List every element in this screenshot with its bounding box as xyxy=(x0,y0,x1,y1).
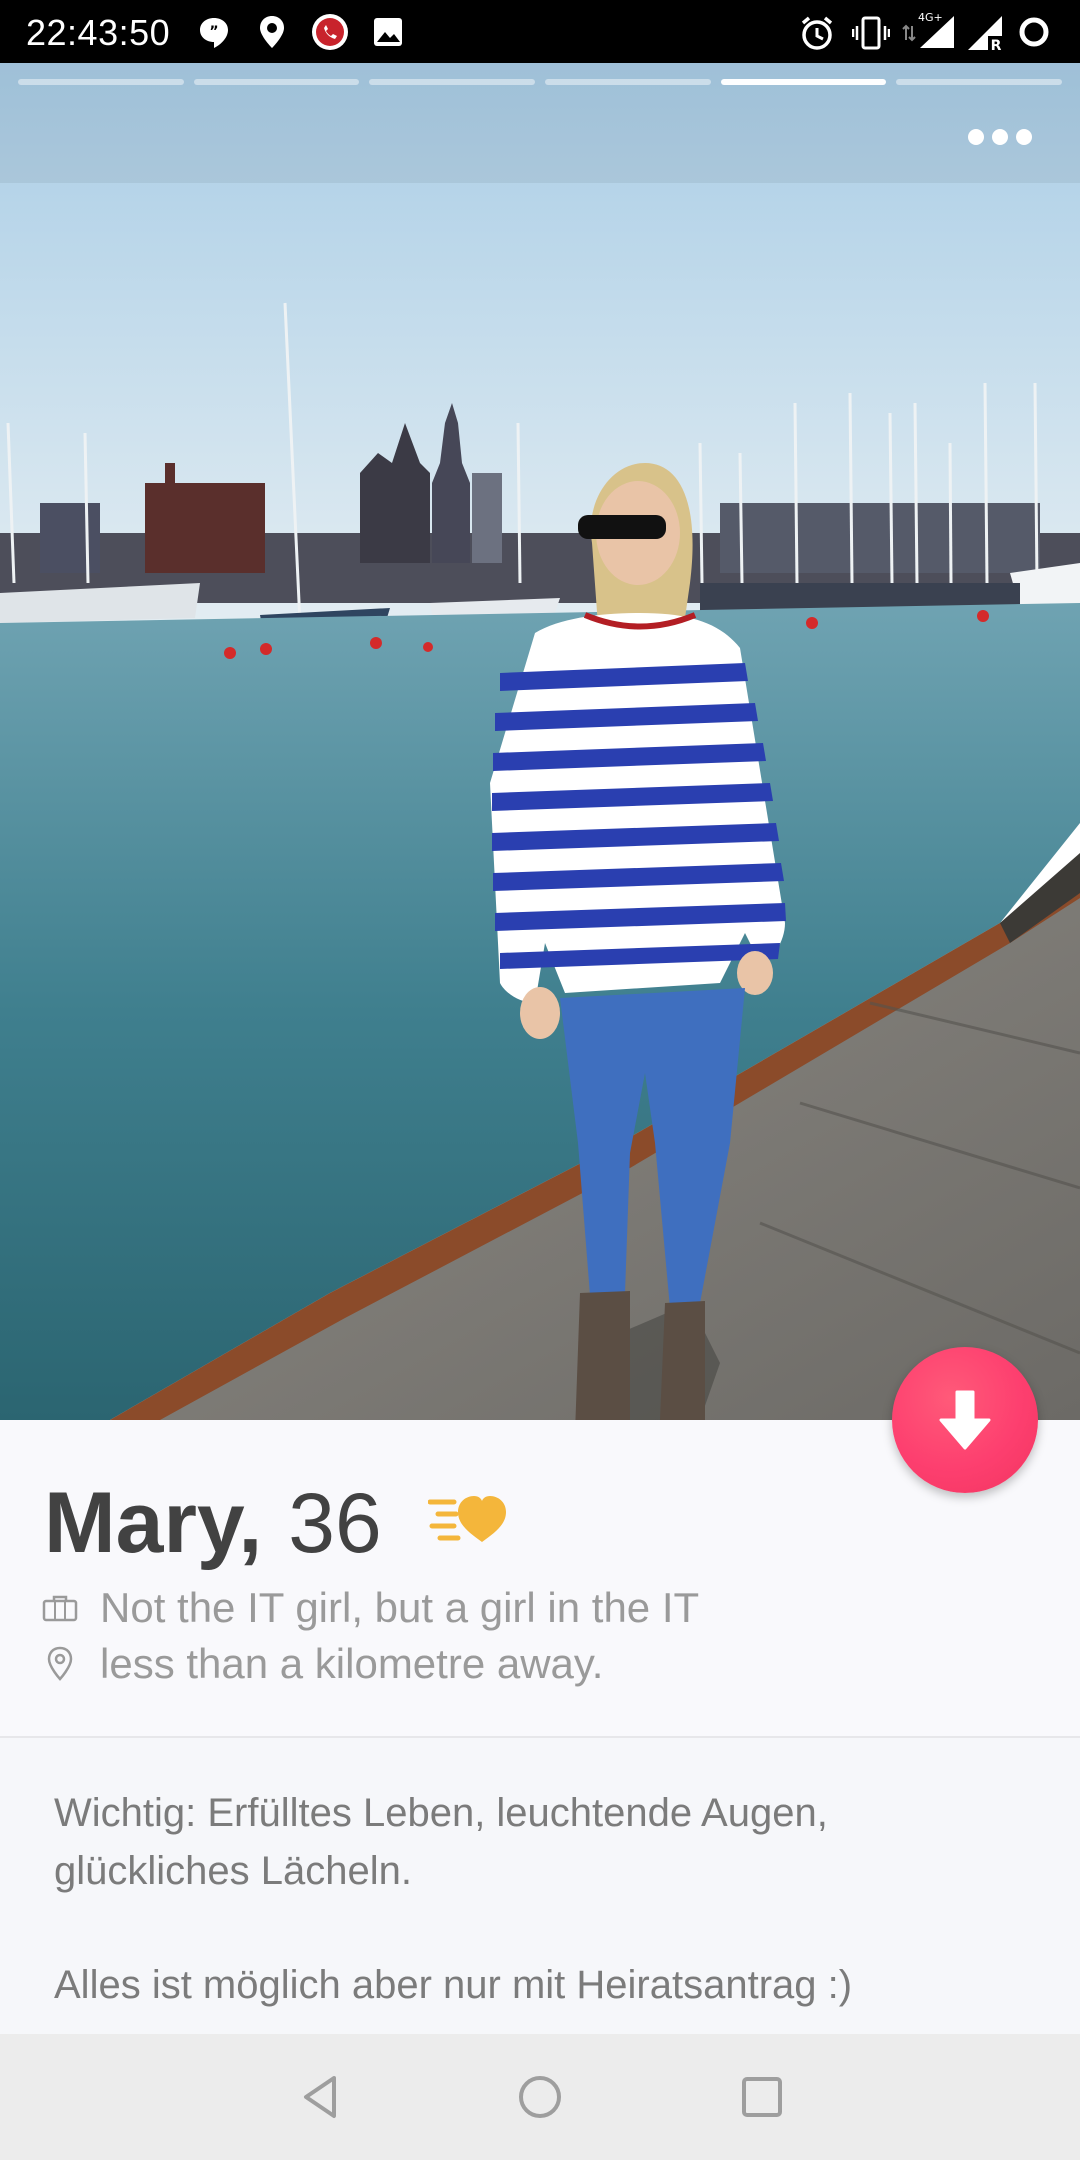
dot xyxy=(1016,129,1032,145)
bio-line: Wichtig: Erfülltes Leben, leuchtende Aug… xyxy=(54,1791,828,1835)
vibrate-icon xyxy=(852,16,890,50)
image-icon xyxy=(374,18,402,46)
bio-line: Alles ist möglich aber nur mit Heiratsan… xyxy=(54,1963,853,2007)
back-icon[interactable] xyxy=(296,2072,346,2122)
status-time: 22:43:50 xyxy=(26,12,171,53)
job-text: Not the IT girl, but a girl in the IT xyxy=(100,1584,700,1631)
profile-photo[interactable] xyxy=(0,63,1080,1420)
signal-r-icon: R xyxy=(968,16,1004,52)
photo-progress xyxy=(18,79,1063,85)
circle-status-icon xyxy=(1019,17,1049,47)
svg-text:”: ” xyxy=(209,24,218,40)
boost-heart-icon xyxy=(428,1496,506,1542)
location-pin-icon xyxy=(260,16,284,48)
status-bar: 22:43:50 ” 4G+ R xyxy=(0,0,1080,63)
alarm-icon xyxy=(801,16,833,50)
progress-segment[interactable] xyxy=(369,79,536,85)
recents-icon[interactable] xyxy=(737,2072,787,2122)
system-nav-bar xyxy=(0,2034,1080,2160)
svg-text:4G+: 4G+ xyxy=(918,11,943,24)
profile-name: Mary, xyxy=(44,1475,263,1571)
dot xyxy=(968,129,984,145)
arrow-down-icon xyxy=(939,1390,991,1450)
more-icon[interactable] xyxy=(968,129,1032,145)
collapse-profile-button[interactable] xyxy=(892,1347,1038,1493)
bio-section: Wichtig: Erfülltes Leben, leuchtende Aug… xyxy=(0,1738,1080,2034)
progress-segment[interactable] xyxy=(545,79,711,85)
distance-row: less than a kilometre away. xyxy=(46,1640,603,1688)
briefcase-icon xyxy=(42,1595,78,1622)
harbor-photo xyxy=(0,63,1080,1420)
phone-record-icon xyxy=(312,14,348,50)
home-icon[interactable] xyxy=(515,2072,565,2122)
distance-text: less than a kilometre away. xyxy=(100,1640,604,1687)
progress-segment[interactable] xyxy=(896,79,1063,85)
4g-signal-icon: 4G+ xyxy=(902,11,954,48)
svg-text:R: R xyxy=(991,38,1002,52)
profile-age: 36 xyxy=(288,1476,382,1570)
bio-line: glückliches Lächeln. xyxy=(54,1849,412,1893)
dot xyxy=(992,129,1008,145)
progress-segment[interactable] xyxy=(18,79,184,85)
quote-icon: ” xyxy=(200,18,228,48)
progress-segment[interactable] xyxy=(720,79,887,85)
job-row: Not the IT girl, but a girl in the IT xyxy=(42,1584,699,1632)
location-icon xyxy=(47,1646,73,1681)
name-row: Mary, 36 xyxy=(44,1474,382,1573)
progress-segment[interactable] xyxy=(193,79,360,85)
